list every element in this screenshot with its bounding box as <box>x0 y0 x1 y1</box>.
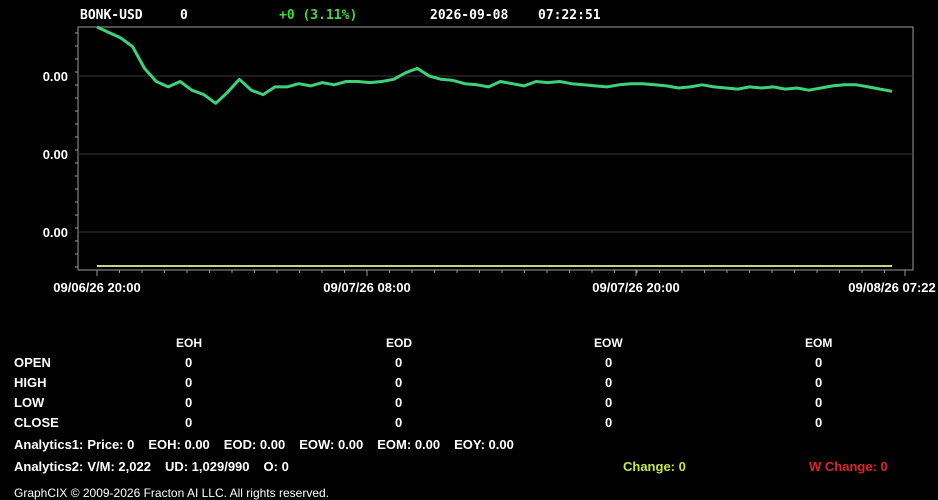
table-cell: 0 <box>605 375 613 390</box>
analytics2-label: Analytics2: <box>14 459 84 474</box>
analytics1-price: Price: 0 <box>87 437 135 452</box>
table-cell: 0 <box>395 395 403 410</box>
table-cell: 0 <box>815 375 823 390</box>
y-tick-label: 0.00 <box>43 69 68 84</box>
table-cell: 0 <box>395 355 403 370</box>
table-cell: 0 <box>605 355 613 370</box>
change-value: Change: 0 <box>623 459 686 474</box>
y-tick-label: 0.00 <box>43 225 68 240</box>
analytics2-vm: V/M: 2,022 <box>87 459 151 474</box>
row-label-open: OPEN <box>14 355 51 370</box>
x-tick-label: 09/06/26 20:00 <box>53 280 140 295</box>
table-cell: 0 <box>605 395 613 410</box>
analytics2-o: O: 0 <box>263 459 289 474</box>
column-header-eod: EOD <box>386 336 413 350</box>
table-cell: 0 <box>185 375 193 390</box>
column-header-eoh: EOH <box>176 336 203 350</box>
copyright-footer: GraphCIX © 2009-2026 Fracton AI LLC. All… <box>14 486 329 500</box>
x-tick-label: 09/08/26 07:22 <box>848 280 935 295</box>
table-cell: 0 <box>815 415 823 430</box>
analytics1-eom: EOM: 0.00 <box>377 437 441 452</box>
w-change-value: W Change: 0 <box>809 459 888 474</box>
plot-frame <box>77 26 914 271</box>
analytics1-eoy: EOY: 0.00 <box>454 437 514 452</box>
table-cell: 0 <box>815 355 823 370</box>
table-cell: 0 <box>185 395 193 410</box>
x-tick-label: 09/07/26 20:00 <box>592 280 679 295</box>
price-series-line <box>96 25 893 105</box>
x-tick-label: 09/07/26 08:00 <box>323 280 410 295</box>
table-cell: 0 <box>605 415 613 430</box>
row-label-low: LOW <box>14 395 45 410</box>
price-chart: 0.00 0.00 0.00 09/06/26 20:00 09/07/26 08:0… <box>43 25 936 295</box>
table-cell: 0 <box>395 415 403 430</box>
analytics2-row: Analytics2: V/M: 2,022 UD: 1,029/990 O: 0 <box>14 459 303 474</box>
table-cell: 0 <box>395 375 403 390</box>
analytics1-eod: EOD: 0.00 <box>223 437 286 452</box>
analytics2-ud: UD: 1,029/990 <box>164 459 250 474</box>
table-cell: 0 <box>815 395 823 410</box>
y-tick-label: 0.00 <box>43 147 68 162</box>
analytics1-eoh: EOH: 0.00 <box>148 437 210 452</box>
analytics1-eow: EOW: 0.00 <box>299 437 364 452</box>
column-header-eow: EOW <box>594 336 623 350</box>
row-label-high: HIGH <box>14 375 47 390</box>
analytics1-row: Analytics1: Price: 0 EOH: 0.00 EOD: 0.00 EOW… <box>14 437 528 452</box>
analytics1-label: Analytics1: <box>14 437 84 452</box>
row-label-close: CLOSE <box>14 415 59 430</box>
table-cell: 0 <box>185 415 193 430</box>
column-header-eom: EOM <box>805 336 833 350</box>
table-cell: 0 <box>185 355 193 370</box>
